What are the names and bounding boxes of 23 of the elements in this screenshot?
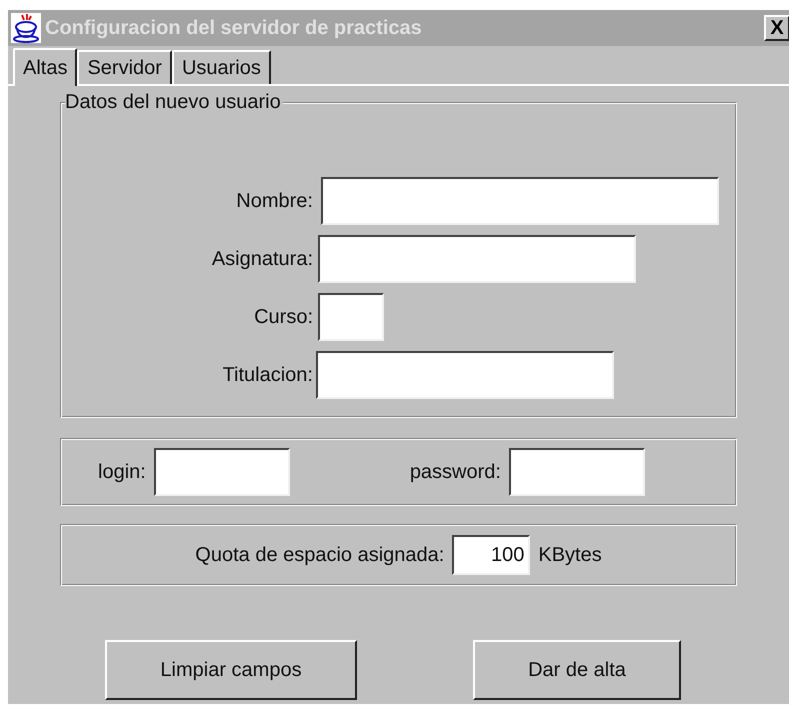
field-label: Nombre:: [235, 189, 313, 214]
coffee-cup-icon: [11, 13, 41, 43]
field-label: Curso:: [253, 305, 313, 330]
text-field[interactable]: [316, 351, 614, 399]
close-button[interactable]: X: [764, 15, 789, 41]
tab[interactable]: Altas: [13, 48, 78, 86]
text-field[interactable]: [154, 448, 290, 496]
tab[interactable]: Usuarios: [172, 50, 271, 84]
field-label: login:: [98, 460, 146, 485]
window-title: Configuracion del servidor de practicas: [45, 16, 423, 41]
text-field[interactable]: [321, 177, 719, 225]
text-field[interactable]: [318, 235, 636, 283]
field-label: Quota de espacio asignada:: [195, 543, 444, 568]
action-button[interactable]: Dar de alta: [473, 640, 681, 700]
text-field[interactable]: [318, 293, 384, 341]
field-label: password:: [410, 460, 501, 485]
quota-field[interactable]: 100: [452, 535, 530, 575]
field-label: Asignatura:: [210, 247, 313, 272]
text-field[interactable]: [508, 448, 645, 496]
unit-label: KBytes: [538, 543, 602, 568]
action-button[interactable]: Limpiar campos: [105, 640, 357, 700]
tab[interactable]: Servidor: [77, 50, 172, 84]
field-label: Titulacion:: [222, 363, 313, 388]
